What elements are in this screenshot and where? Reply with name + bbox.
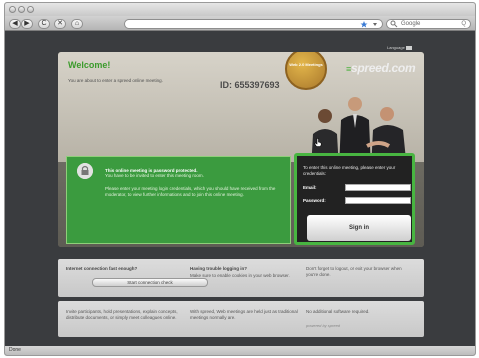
back-icon: ◀: [12, 20, 18, 27]
language-label: Language: [387, 45, 405, 50]
participants-text: Invite participants, hold presentations,…: [66, 309, 178, 320]
search-clear-icon[interactable]: Q: [461, 20, 466, 28]
meeting-id: ID: 655397693: [220, 80, 280, 90]
home-button[interactable]: ⌂: [71, 19, 83, 29]
credentials-notice: Please enter your meeting login credenti…: [105, 186, 276, 197]
email-field[interactable]: [345, 184, 411, 191]
spreed-logo: ≡spreed.com: [346, 61, 416, 75]
password-label: Password:: [303, 198, 326, 203]
reload-icon: C: [41, 20, 47, 27]
connection-check-label: Start connection check: [127, 280, 173, 285]
lock-icon: [77, 163, 93, 179]
back-button[interactable]: ◀: [9, 19, 21, 29]
logo-text: spreed.com: [350, 61, 416, 75]
status-text: Done: [9, 347, 21, 353]
software-text: No additional software required.: [306, 309, 370, 314]
address-bar[interactable]: [124, 19, 383, 29]
status-bar: Done: [5, 346, 475, 355]
enter-notice: You are about to enter a spreed online m…: [68, 78, 163, 83]
connection-check-button[interactable]: Start connection check: [92, 278, 208, 287]
trouble-text: Make sure to enable cookies in your web …: [190, 273, 290, 278]
sign-in-label: Sign in: [349, 225, 369, 231]
meeting-panel: Welcome! You are about to enter a spreed…: [58, 52, 424, 247]
search-placeholder: Google: [401, 21, 421, 27]
welcome-title: Welcome!: [68, 60, 111, 70]
info-row-connection: Internet connection fast enough? Start c…: [58, 259, 424, 297]
easier-text: With spreed, Web meetings are held just …: [190, 309, 298, 320]
invite-notice: You have to be invited to enter this mee…: [105, 173, 204, 178]
stop-icon: ✕: [57, 20, 63, 27]
home-icon: ⌂: [74, 20, 80, 27]
language-link[interactable]: Language: [387, 45, 412, 50]
info-row-features: Invite participants, hold presentations,…: [58, 301, 424, 337]
connection-title: Internet connection fast enough?: [66, 266, 138, 271]
stop-button[interactable]: ✕: [54, 19, 66, 29]
minimize-window-button[interactable]: [18, 6, 25, 13]
protected-notice-panel: This online meeting is password protecte…: [66, 156, 291, 244]
email-label: Email:: [303, 185, 317, 190]
logout-text: Don't forget to logout, or exit your bro…: [306, 266, 402, 277]
login-box: To enter this online meeting, please ent…: [294, 153, 415, 245]
forward-button[interactable]: ▶: [21, 19, 33, 29]
trouble-title: Having trouble logging in?: [190, 266, 247, 271]
flag-icon: [405, 45, 412, 50]
forward-icon: ▶: [24, 20, 30, 27]
search-field[interactable]: Google Q: [386, 19, 471, 29]
login-intro: To enter this online meeting, please ent…: [303, 165, 396, 176]
password-field[interactable]: [345, 197, 411, 204]
powered-by-label: powered by spreed: [306, 323, 341, 328]
zoom-window-button[interactable]: [27, 6, 34, 13]
reload-button[interactable]: C: [38, 19, 50, 29]
title-bar: [5, 3, 475, 16]
search-icon: [390, 20, 398, 28]
hand-cursor-icon: [314, 138, 322, 147]
close-window-button[interactable]: [9, 6, 16, 13]
browser-toolbar: ◀ ▶ C ✕ ⌂ Google Q: [5, 16, 475, 31]
bookmark-star-icon[interactable]: [360, 20, 380, 28]
sign-in-button[interactable]: Sign in: [307, 215, 411, 241]
